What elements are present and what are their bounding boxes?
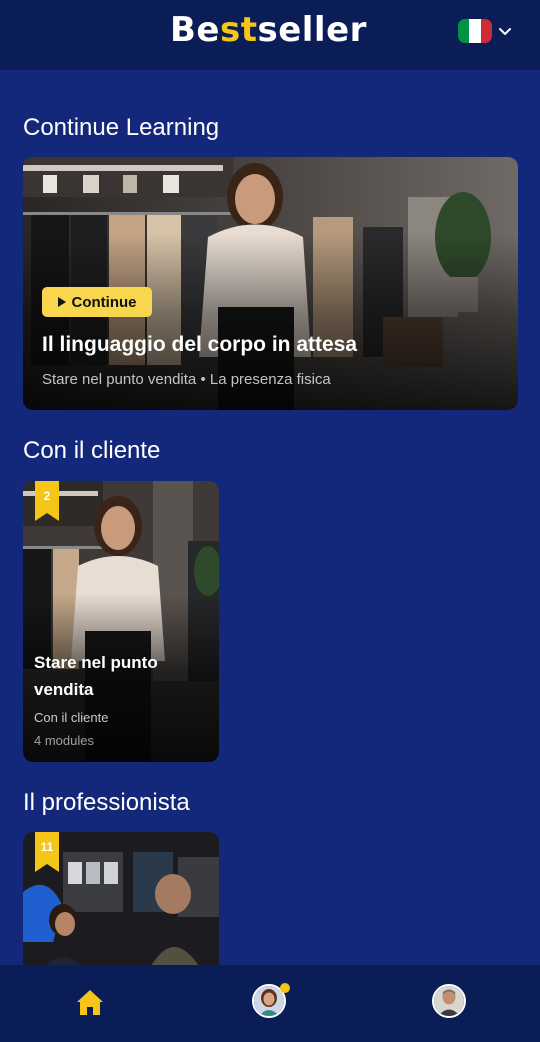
logo-text-accent: st bbox=[219, 10, 258, 50]
continue-button[interactable]: Continue bbox=[42, 287, 152, 317]
course-title: Stare nel punto vendita bbox=[34, 653, 158, 699]
top-bar: Bestseller bbox=[0, 0, 540, 70]
course-category: Con il cliente bbox=[34, 710, 109, 725]
logo-text-part1: Be bbox=[170, 10, 220, 50]
bottom-navigation bbox=[0, 965, 540, 1042]
chevron-down-icon bbox=[499, 28, 511, 35]
course-card-stare-nel-punto-vendita[interactable]: 2 Stare nel punto vendita Con il cliente… bbox=[23, 481, 219, 762]
home-icon bbox=[77, 990, 103, 1015]
nav-coach[interactable] bbox=[252, 983, 290, 1020]
continue-learning-card[interactable]: Continue Il linguaggio del corpo in atte… bbox=[23, 157, 518, 410]
continue-learning-heading: Continue Learning bbox=[23, 114, 220, 141]
notification-dot bbox=[280, 983, 290, 993]
profile-avatar bbox=[432, 984, 466, 1018]
lesson-title: Il linguaggio del corpo in attesa bbox=[42, 333, 358, 356]
course-card-il-professionista[interactable]: 11 bbox=[23, 832, 219, 982]
app-root: Bestseller Continue Learning Continue Il… bbox=[0, 0, 540, 1042]
language-selector[interactable] bbox=[458, 19, 512, 43]
bestseller-logo: Bestseller bbox=[170, 9, 367, 51]
logo-text-part2: seller bbox=[257, 10, 367, 50]
section-heading-il-professionista: Il professionista bbox=[23, 789, 190, 816]
section-heading-con-il-cliente: Con il cliente bbox=[23, 437, 161, 464]
italy-flag-icon bbox=[458, 19, 492, 43]
lesson-subtitle: Stare nel punto vendita • La presenza fi… bbox=[42, 371, 331, 388]
continue-button-label: Continue bbox=[71, 293, 137, 311]
play-icon bbox=[57, 297, 66, 307]
nav-profile[interactable] bbox=[432, 984, 468, 1020]
nav-home[interactable] bbox=[72, 984, 108, 1020]
course-modules-count: 4 modules bbox=[34, 733, 94, 748]
